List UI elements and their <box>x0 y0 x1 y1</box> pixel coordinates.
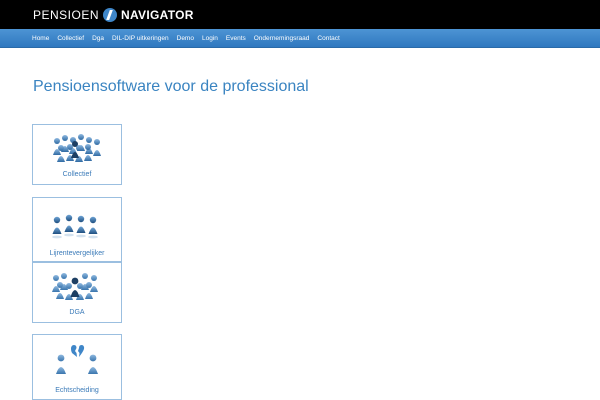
nav-dil-dip-uitkeringen[interactable]: DIL-DIP uitkeringen <box>112 35 169 42</box>
navigator-logo-icon <box>103 8 118 22</box>
brand-word-pensioen: PENSIOEN <box>33 8 100 22</box>
brand-word-navigator: NAVIGATOR <box>121 8 194 22</box>
tile-label: Lijrentevergelijker <box>49 250 105 257</box>
separation-figures-icon <box>56 345 98 374</box>
brand-logo[interactable]: PENSIOEN NAVIGATOR <box>33 7 194 23</box>
tile-echtscheiding[interactable]: Echtscheiding <box>32 334 122 400</box>
tile-collectief[interactable]: Collectief <box>32 124 122 185</box>
tile-lijrentevergelijker[interactable]: Lijrentevergelijker <box>32 197 122 262</box>
row-figures-icon <box>52 214 98 239</box>
nav-contact[interactable]: Contact <box>317 35 339 42</box>
nav-dga[interactable]: Dga <box>92 35 104 42</box>
crowd-figures-icon <box>53 134 101 162</box>
nav-events[interactable]: Events <box>226 35 246 42</box>
nav-collectief[interactable]: Collectief <box>57 35 84 42</box>
nav-ondernemingsraad[interactable]: Ondernemingsraad <box>254 35 310 42</box>
page-title: Pensioensoftware voor de professional <box>33 78 309 95</box>
tile-dga[interactable]: DGA <box>32 262 122 323</box>
tile-label: Collectief <box>62 171 92 178</box>
top-header-bar: PENSIOEN NAVIGATOR <box>0 0 600 29</box>
nav-login[interactable]: Login <box>202 35 218 42</box>
nav-demo[interactable]: Demo <box>177 35 194 42</box>
tile-label: DGA <box>69 309 85 316</box>
nav-home[interactable]: Home <box>32 35 49 42</box>
tile-label: Echtscheiding <box>55 387 99 394</box>
group-figures-icon <box>52 273 98 300</box>
main-navigation: Home Collectief Dga DIL-DIP uitkeringen … <box>0 29 600 48</box>
